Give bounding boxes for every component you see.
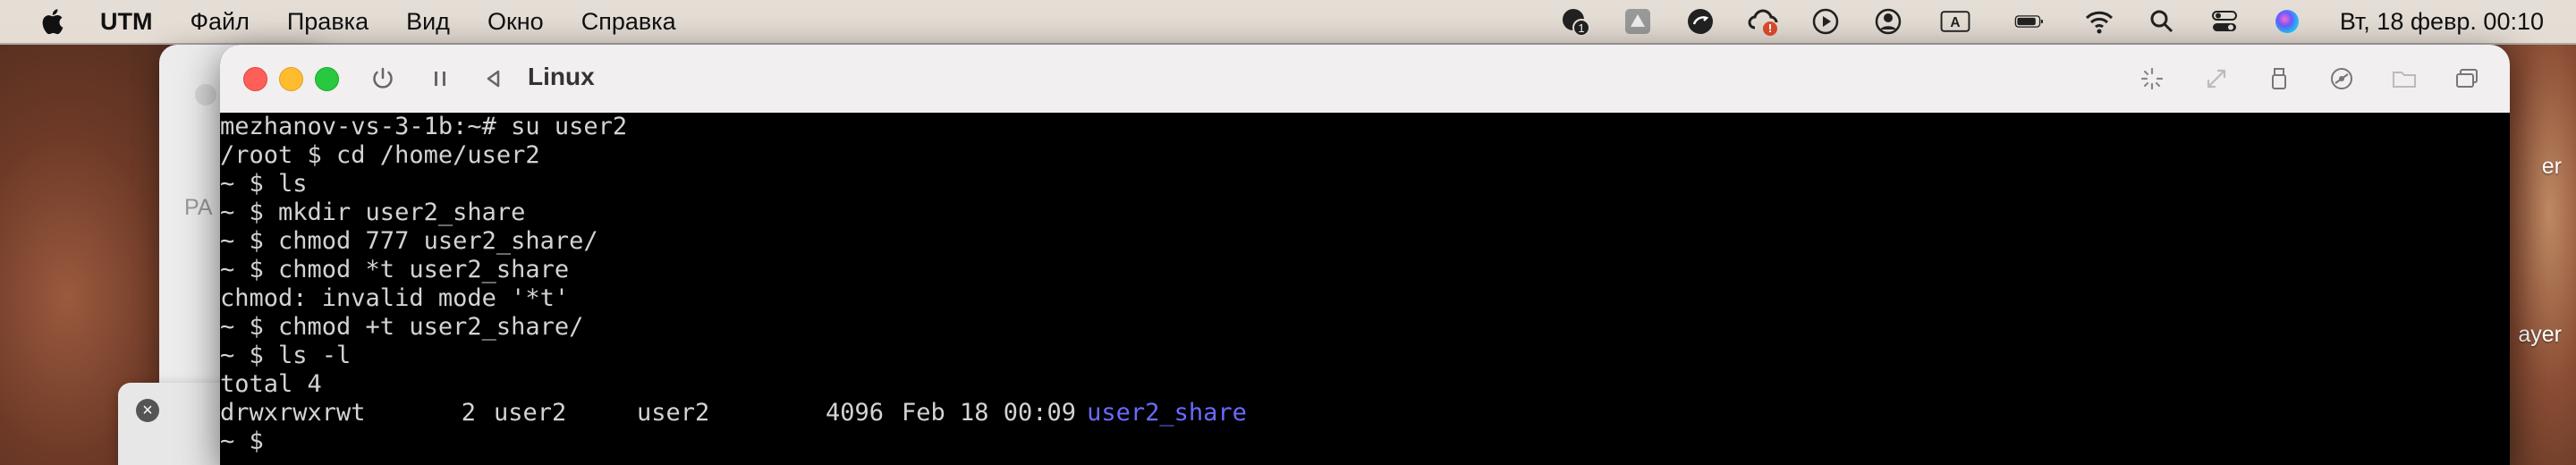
control-center-icon[interactable] [2209,6,2240,37]
menu-clock[interactable]: Вт, 18 февр. 00:10 [2340,8,2544,36]
menu-file[interactable]: Файл [190,8,249,36]
pause-icon[interactable] [422,61,458,97]
power-icon[interactable] [365,61,401,97]
apple-icon[interactable] [38,6,64,37]
background-right-text: er [2541,154,2562,179]
input-source-icon[interactable]: A [1936,6,1975,37]
play-circle-icon[interactable] [1810,6,1841,37]
window-titlebar[interactable]: Linux [220,45,2510,114]
menu-app-utm[interactable]: UTM [100,8,152,36]
ls-directory-name: user2_share [1087,399,1247,427]
menu-window[interactable]: Окно [487,8,544,36]
window-control-inactive[interactable] [195,84,216,106]
google-drive-icon[interactable] [1623,6,1653,37]
zoom-window-button[interactable] [315,67,339,91]
creative-cloud-warning-icon[interactable] [1748,6,1778,37]
badge-count: 1 [1578,21,1584,35]
user-circle-icon[interactable] [1873,6,1903,37]
menu-bar: UTM Файл Правка Вид Окно Справка 1 A Вт,… [0,0,2576,43]
ls-permissions: drwxrwxrwt [220,399,366,427]
terminal-line: ~ $ mkdir user2_share [220,199,526,226]
utm-vm-window: Linux mezhanov-vs-3-1b:~# su user2 /root… [220,45,2510,465]
status-bar: 1 A Вт, 18 февр. 00:10 [1528,0,2544,43]
background-window-label: PA [184,195,213,220]
close-icon[interactable]: × [136,399,159,422]
window-title: Linux [528,63,595,90]
terminal-line: ~ $ ls -l [220,342,352,369]
terminal-line: mezhanov-vs-3-1b:~# su user2 [220,113,628,140]
ls-listing-row: drwxrwxrwt 2 user2 user2 4096 Feb 18 00:… [220,399,1247,427]
drive-icon[interactable] [2324,61,2360,97]
ls-links: 2 [461,399,476,427]
sync-icon[interactable] [1685,6,1716,37]
usb-icon[interactable] [2261,61,2297,97]
ls-owner: user2 [494,399,567,427]
menu-view[interactable]: Вид [406,8,450,36]
terminal-line: ~ $ chmod 777 user2_share/ [220,227,598,255]
back-icon[interactable] [476,61,512,97]
terminal-display[interactable]: mezhanov-vs-3-1b:~# su user2 /root $ cd … [220,113,2510,465]
terminal-prompt: ~ $ [220,427,264,455]
search-icon[interactable] [2147,6,2177,37]
wifi-icon[interactable] [2084,6,2114,37]
battery-icon[interactable] [2007,6,2052,37]
terminal-line: /root $ cd /home/user2 [220,141,540,169]
input-source-label: A [1950,15,1960,30]
terminal-line: ~ $ chmod +t user2_share/ [220,313,584,341]
background-right-text-2: ayer [2518,322,2562,347]
ls-group: user2 [637,399,710,427]
shared-folder-icon[interactable] [2386,61,2422,97]
resize-icon[interactable] [2199,61,2234,97]
menu-edit[interactable]: Правка [287,8,369,36]
windows-icon[interactable] [2449,61,2485,97]
close-window-button[interactable] [243,67,267,91]
terminal-line: ~ $ ls [220,170,308,198]
terminal-line: total 4 [220,370,322,398]
capture-input-icon[interactable] [2134,61,2170,97]
badge-1-icon[interactable]: 1 [1560,6,1590,37]
minimize-window-button[interactable] [279,67,303,91]
ls-size: 4096 [825,399,884,427]
ls-date: Feb 18 00:09 [902,399,1077,427]
terminal-line: chmod: invalid mode '*t' [220,284,570,312]
terminal-line: ~ $ chmod *t user2_share [220,256,570,283]
menu-help[interactable]: Справка [581,8,676,36]
siri-icon[interactable] [2272,6,2302,37]
